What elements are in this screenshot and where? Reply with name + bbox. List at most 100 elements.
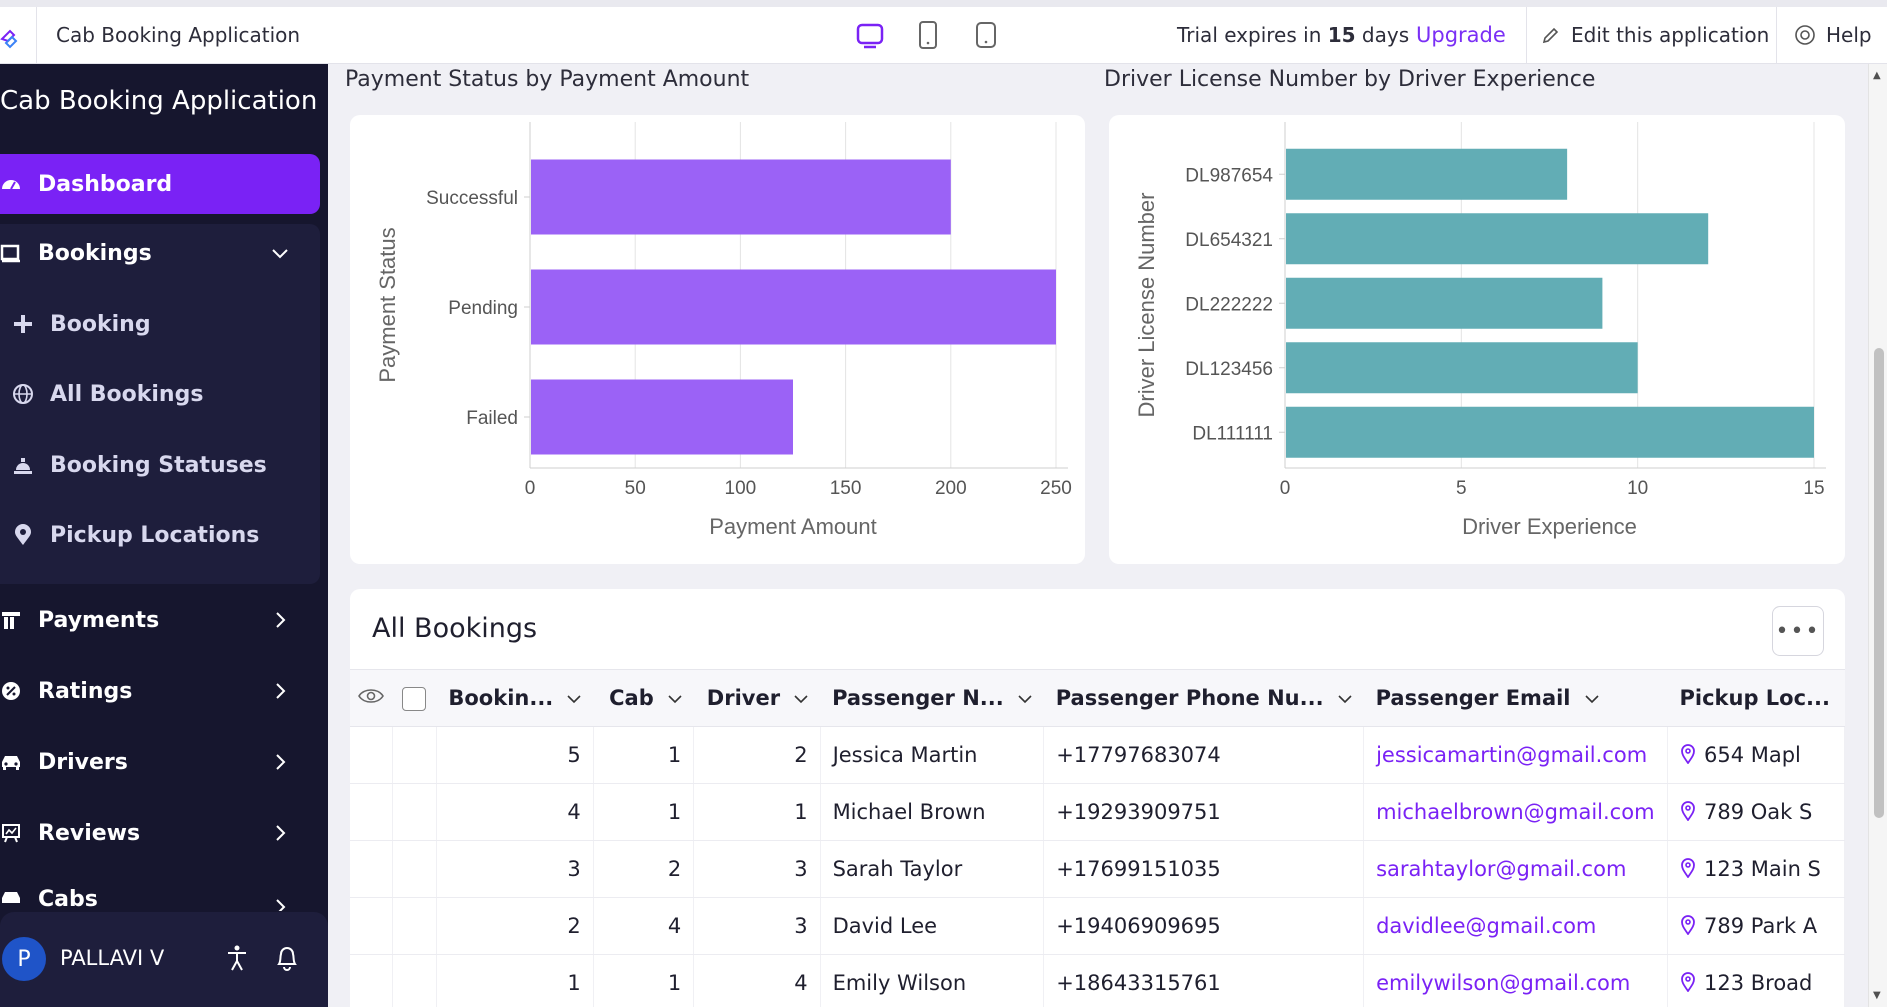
driver-cell: 4 [693,954,821,1007]
desktop-view-icon[interactable] [855,19,885,51]
sidebar-item-cabs[interactable]: Cabs [0,875,320,911]
pickup-location-text: 654 Mapl [1703,743,1801,767]
column-visibility-toggle[interactable] [350,669,393,727]
user-panel: P PALLAVI V [0,912,328,1007]
table-row[interactable]: 3 2 3 Sarah Taylor +17699151035 sarahtaylor@g… [350,840,1845,898]
pickup-location-cell: 123 Broad [1667,954,1845,1007]
bar [531,269,1056,345]
upgrade-link[interactable]: Upgrade [1416,23,1506,47]
globe-icon [12,383,34,405]
sidebar-item-label: Pickup Locations [50,522,260,548]
help-button[interactable]: Help [1794,23,1872,47]
table-row[interactable]: 4 1 1 Michael Brown +19293909751 michaelbrown… [350,783,1845,841]
divider [36,7,37,64]
column-header-booking[interactable]: Bookin... [436,669,594,727]
sidebar-item-reviews[interactable]: Reviews [0,804,320,862]
table-row[interactable]: 1 1 4 Emily Wilson +18643315761 emilywilson@g… [350,954,1845,1007]
row-select-cell[interactable] [392,897,437,955]
booking-id-cell: 4 [436,783,594,841]
trial-suffix: days [1355,23,1410,47]
driver-cell: 3 [693,840,821,898]
passenger-phone-cell: +19293909751 [1043,783,1365,841]
column-header-cab[interactable]: Cab [593,669,694,727]
eye-icon [358,689,384,703]
page-scrollbar[interactable]: ▲ ▼ [1868,64,1887,1007]
cab-cell: 1 [593,726,695,784]
column-header-passenger-email[interactable]: Passenger Email [1363,669,1668,727]
scroll-down-arrow-icon[interactable]: ▼ [1873,990,1881,1001]
chevron-right-icon [276,683,286,699]
sidebar-item-drivers[interactable]: Drivers [0,733,320,791]
mobile-view-icon[interactable] [971,19,1001,51]
payment-status-chart: 0 50 100 150 200 250 Successful Pending Failed Pa… [375,122,1072,539]
x-tick-label: 150 [830,478,862,499]
x-tick-label: 10 [1627,478,1648,499]
scrollbar-thumb[interactable] [1874,348,1884,818]
edit-label: Edit this application [1571,23,1770,47]
avatar[interactable]: P [2,937,46,981]
passenger-email-cell[interactable]: michaelbrown@gmail.com [1363,783,1668,841]
sidebar-item-label: Booking [50,311,151,337]
y-category-label: Failed [466,408,518,429]
more-options-button[interactable]: ••• [1772,606,1824,656]
passenger-email-cell[interactable]: davidlee@gmail.com [1363,897,1668,955]
sidebar-item-booking-statuses[interactable]: Booking Statuses [0,436,320,494]
sidebar-title: Cab Booking Application [0,86,318,116]
all-bookings-table-card: All Bookings ••• Bookin... Cab Driver Pa… [350,589,1845,1007]
sidebar-item-pickup-locations[interactable]: Pickup Locations [0,506,320,564]
sidebar-item-label: Dashboard [38,171,173,197]
cab-icon [0,887,22,909]
row-select-cell[interactable] [392,783,437,841]
sidebar-item-label: Cabs [38,887,98,911]
sidebar: Cab Booking Application Dashboard Bookin… [0,64,328,1007]
y-category-label: DL123456 [1185,359,1273,380]
location-pin-icon [1681,801,1695,821]
location-pin-icon [1681,972,1695,992]
row-select-cell[interactable] [392,954,437,1007]
passenger-email-cell[interactable]: emilywilson@gmail.com [1363,954,1668,1007]
sidebar-item-label: Ratings [38,678,133,704]
row-select-cell[interactable] [392,840,437,898]
notification-bell-icon[interactable] [274,944,300,972]
x-axis-label: Payment Amount [709,514,877,539]
table-row[interactable]: 2 4 3 David Lee +19406909695 davidlee@gmail.c… [350,897,1845,955]
column-header-label: Passenger N... [832,686,1004,710]
bookings-table: Bookin... Cab Driver Passenger N... Pass… [350,669,1845,1007]
column-header-driver[interactable]: Driver [693,669,821,727]
y-category-label: DL654321 [1185,230,1273,251]
chevron-down-icon [1338,695,1352,704]
trial-days: 15 [1327,23,1356,47]
sidebar-item-booking[interactable]: Booking [0,295,320,353]
plus-icon [12,313,34,335]
payment-chart-card: 0 50 100 150 200 250 Successful Pending Failed Pa… [350,115,1085,564]
row-select-cell[interactable] [392,726,437,784]
column-header-passenger-phone[interactable]: Passenger Phone Nu... [1043,669,1364,727]
bar [531,159,951,235]
car-icon [0,751,22,773]
checkbox[interactable] [402,686,427,711]
sidebar-item-all-bookings[interactable]: All Bookings [0,365,320,423]
select-all-checkbox[interactable] [392,669,437,727]
ratings-icon [0,680,22,702]
sidebar-item-bookings[interactable]: Bookings [0,224,320,282]
accessibility-icon[interactable] [225,944,249,972]
passenger-phone-cell: +17797683074 [1043,726,1365,784]
bookings-icon [0,242,22,264]
table-row[interactable]: 5 1 2 Jessica Martin +17797683074 jessicamart… [350,726,1845,784]
column-header-label: Passenger Phone Nu... [1055,686,1324,710]
column-header-passenger-name[interactable]: Passenger N... [820,669,1044,727]
app-title: Cab Booking Application [56,23,301,47]
tablet-view-icon[interactable] [913,19,943,51]
edit-application-button[interactable]: Edit this application [1541,23,1769,47]
row-spacer-cell [350,954,393,1007]
user-name[interactable]: PALLAVI V [60,946,164,970]
row-spacer-cell [350,726,393,784]
scroll-up-arrow-icon[interactable]: ▲ [1873,70,1881,81]
sidebar-item-payments[interactable]: Payments [0,591,320,649]
sidebar-item-dashboard[interactable]: Dashboard [0,154,320,214]
sidebar-item-ratings[interactable]: Ratings [0,662,320,720]
passenger-email-cell[interactable]: sarahtaylor@gmail.com [1363,840,1668,898]
passenger-email-cell[interactable]: jessicamartin@gmail.com [1363,726,1668,784]
column-header-pickup-location[interactable]: Pickup Loc... [1667,669,1845,727]
row-spacer-cell [350,897,393,955]
